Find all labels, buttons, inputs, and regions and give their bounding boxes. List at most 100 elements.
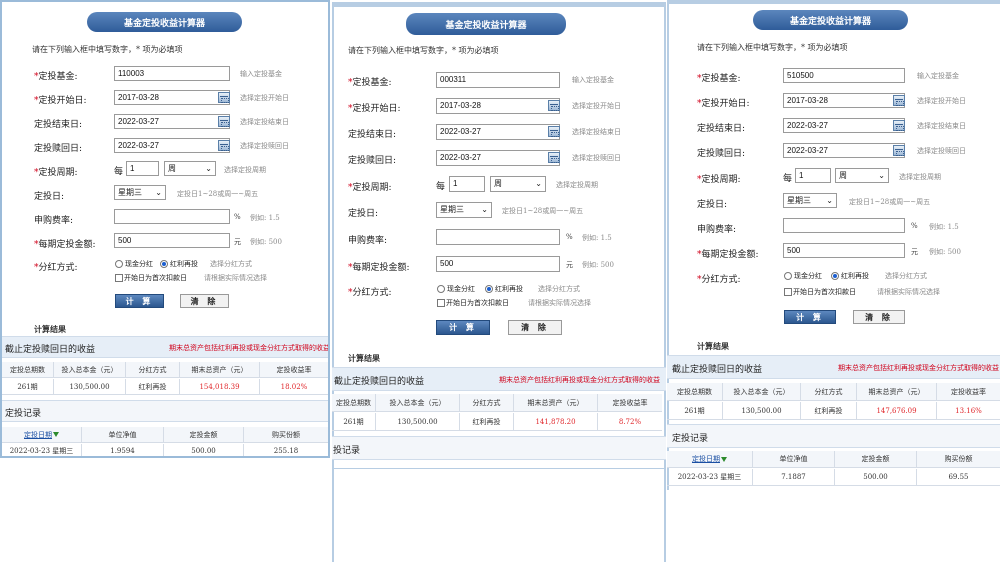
calendar-icon[interactable] <box>893 95 905 106</box>
radio-reinvest[interactable] <box>485 285 493 293</box>
calculate-button[interactable]: 计 算 <box>115 294 164 308</box>
chevron-down-icon: ⌄ <box>826 196 833 205</box>
period-unit-select[interactable]: 周 ⌄ <box>835 168 889 183</box>
every-text: 每 <box>436 182 446 192</box>
end-date-label: 定投结束日: <box>348 130 397 140</box>
amount-input[interactable]: 500 <box>436 256 560 272</box>
radio-cash-label: 现金分红 <box>125 260 153 268</box>
fee-hint: 例如: 1.5 <box>250 214 280 222</box>
sort-by-date-link[interactable]: 定投日期 <box>2 427 82 442</box>
end-date-input[interactable]: 2022-03-27 <box>436 124 560 140</box>
income-section-note: 期末总资产包括红利再投或现金分红方式取得的收益 <box>838 364 999 372</box>
first-deduct-checkbox[interactable] <box>437 299 445 307</box>
calendar-icon[interactable] <box>893 120 905 131</box>
period-unit-select[interactable]: 周 ⌄ <box>164 161 216 176</box>
period-unit-select[interactable]: 周 ⌄ <box>490 176 546 192</box>
amount-input[interactable]: 500 <box>114 233 230 248</box>
fund-hint: 输入定投基金 <box>572 76 614 84</box>
calendar-icon[interactable] <box>218 140 230 151</box>
weekday-select[interactable]: 星期三 ⌄ <box>783 193 837 208</box>
fee-label: 申购费率: <box>697 225 737 235</box>
calendar-icon[interactable] <box>548 152 560 163</box>
radio-cash-dividend[interactable] <box>784 272 792 280</box>
radio-reinvest-label: 红利再投 <box>170 260 198 268</box>
calendar-icon[interactable] <box>218 116 230 127</box>
period-number-input[interactable]: 1 <box>126 161 159 176</box>
start-date-hint: 选择定投开始日 <box>917 97 966 105</box>
fund-input[interactable]: 110003 <box>114 66 230 81</box>
amount-input[interactable]: 500 <box>783 243 905 258</box>
redeem-date-hint: 选择定投赎回日 <box>572 154 621 162</box>
chevron-down-icon: ⌄ <box>155 188 162 197</box>
start-date-input[interactable]: 2017-03-28 <box>114 90 230 105</box>
start-date-hint: 选择定投开始日 <box>240 94 289 102</box>
radio-reinvest[interactable] <box>831 272 839 280</box>
day-label: 定投日: <box>697 200 728 210</box>
end-date-hint: 选择定投结束日 <box>572 128 621 136</box>
calculator-title: 基金定投收益计算器 <box>753 10 908 30</box>
record-row: 2022-03-23 星期三 1.9594 500.00 255.18 <box>2 444 328 456</box>
first-deduct-checkbox[interactable] <box>784 288 792 296</box>
period-number-input[interactable]: 1 <box>449 176 485 192</box>
calendar-icon[interactable] <box>893 145 905 156</box>
period-label: *定投周期: <box>34 168 78 178</box>
weekday-select[interactable]: 星期三 ⌄ <box>436 202 492 218</box>
radio-reinvest[interactable] <box>160 260 168 268</box>
redeem-date-input[interactable]: 2022-03-27 <box>114 138 230 153</box>
start-date-input[interactable]: 2017-03-28 <box>783 93 905 108</box>
dividend-label: *分红方式: <box>348 288 392 298</box>
fee-input[interactable] <box>436 229 560 245</box>
day-hint: 定投日1~28或周一~周五 <box>177 190 259 198</box>
end-date-input[interactable]: 2022-03-27 <box>114 114 230 129</box>
fee-hint: 例如: 1.5 <box>929 223 959 231</box>
summary-value-row: 261期 130,500.00 红利再投 147,676.09 13.16% <box>667 402 1000 420</box>
weekday-select[interactable]: 星期三 ⌄ <box>114 185 166 200</box>
fund-input[interactable]: 510500 <box>783 68 905 83</box>
period-number-input[interactable]: 1 <box>795 168 831 183</box>
chevron-down-icon: ⌄ <box>205 164 212 173</box>
end-date-input[interactable]: 2022-03-27 <box>783 118 905 133</box>
income-section-bar: 截止定投赎回日的收益 期末总资产包括红利再投或现金分红方式取得的收益 <box>2 336 328 358</box>
fee-input[interactable] <box>114 209 230 224</box>
calendar-icon[interactable] <box>548 126 560 137</box>
redeem-date-label: 定投赎回日: <box>697 149 746 159</box>
clear-button[interactable]: 清 除 <box>508 320 562 335</box>
end-date-hint: 选择定投结束日 <box>240 118 289 126</box>
summary-header-row: 定投总期数 投入总本金（元） 分红方式 期末总资产（元） 定投收益率 <box>332 394 662 412</box>
calculator-title: 基金定投收益计算器 <box>87 12 242 32</box>
start-date-input[interactable]: 2017-03-28 <box>436 98 560 114</box>
fee-label: 申购费率: <box>34 216 74 226</box>
calendar-icon[interactable] <box>218 92 230 103</box>
clear-button[interactable]: 清 除 <box>853 310 905 324</box>
sort-down-icon <box>53 432 59 437</box>
first-deduct-checkbox[interactable] <box>115 274 123 282</box>
redeem-date-input[interactable]: 2022-03-27 <box>783 143 905 158</box>
calculate-button[interactable]: 计 算 <box>436 320 490 335</box>
sort-by-date-link[interactable]: 定投日期 <box>667 451 753 467</box>
fund-label: *定投基金: <box>697 74 741 84</box>
first-deduct-hint: 请根据实际情况选择 <box>528 299 591 307</box>
records-section-title: 定投记录 <box>672 434 709 444</box>
calculator-panel-3: 基金定投收益计算器 请在下列输入框中填写数字，* 项为必填项 *定投基金: 51… <box>667 0 1000 490</box>
fee-hint: 例如: 1.5 <box>582 234 612 242</box>
day-label: 定投日: <box>348 209 379 219</box>
income-section-bar: 截止定投赎回日的收益 期末总资产包括红利再投或现金分红方式取得的收益 <box>667 355 1000 379</box>
calculate-button[interactable]: 计 算 <box>784 310 836 324</box>
radio-cash-dividend[interactable] <box>115 260 123 268</box>
radio-cash-dividend[interactable] <box>437 285 445 293</box>
radio-cash-label: 现金分红 <box>794 272 822 280</box>
fee-unit: % <box>566 233 573 241</box>
redeem-date-input[interactable]: 2022-03-27 <box>436 150 560 166</box>
redeem-date-label: 定投赎回日: <box>348 156 397 166</box>
start-date-label: *定投开始日: <box>697 99 750 109</box>
calculator-title: 基金定投收益计算器 <box>406 13 566 35</box>
records-section-bar: 投记录 <box>332 436 666 460</box>
dividend-label: *分红方式: <box>697 275 741 285</box>
clear-button[interactable]: 清 除 <box>180 294 229 308</box>
calendar-icon[interactable] <box>548 100 560 111</box>
records-section-bar: 定投记录 <box>2 400 328 422</box>
fund-input[interactable]: 000311 <box>436 72 560 88</box>
fee-input[interactable] <box>783 218 905 233</box>
fee-unit: % <box>234 213 241 221</box>
first-deduct-label: 开始日为首次扣款日 <box>446 299 509 307</box>
